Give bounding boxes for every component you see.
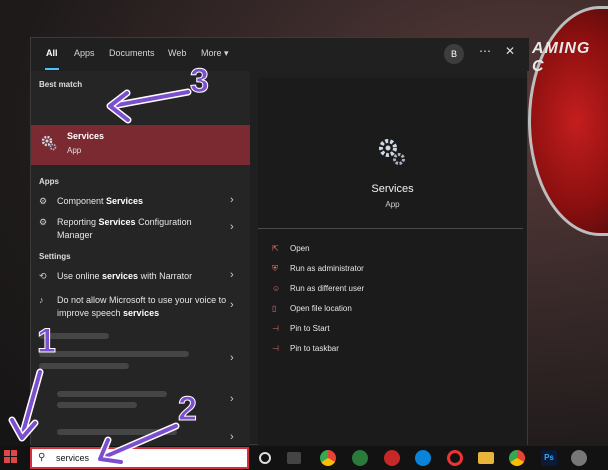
step-number-1: 1 xyxy=(37,322,57,361)
step-number-2: 2 xyxy=(178,390,198,429)
step-number-3: 3 xyxy=(190,62,210,101)
tutorial-arrows xyxy=(8,88,192,466)
